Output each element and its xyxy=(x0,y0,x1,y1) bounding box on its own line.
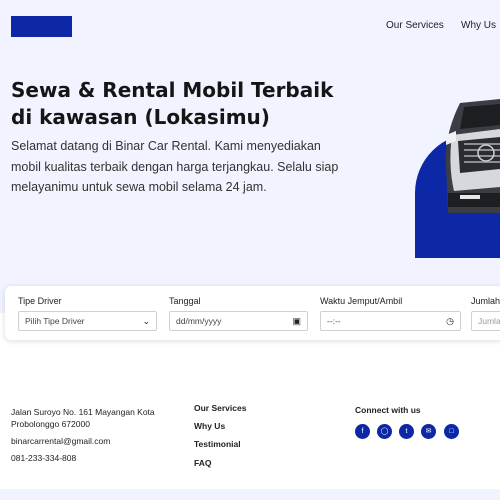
jumlah-input[interactable]: Jumla xyxy=(471,311,500,331)
mail-icon[interactable]: ✉ xyxy=(421,424,436,439)
chevron-down-icon: ⌄ xyxy=(142,316,150,326)
instagram-icon[interactable]: ◯ xyxy=(377,424,392,439)
label-tanggal: Tanggal xyxy=(169,296,201,306)
label-tipe-driver: Tipe Driver xyxy=(18,296,62,306)
footer-email: binarcarrental@gmail.com xyxy=(11,436,111,446)
nav-our-services[interactable]: Our Services xyxy=(386,20,444,31)
footer-address: Jalan Suroyo No. 161 Mayangan Kota Probo… xyxy=(11,407,155,429)
tipe-driver-select[interactable]: Pilih Tipe Driver ⌄ xyxy=(18,311,157,331)
clock-icon[interactable]: ◷ xyxy=(446,312,454,330)
logo[interactable] xyxy=(11,16,72,37)
bottom-strip xyxy=(0,489,500,500)
footer-link-our-services[interactable]: Our Services xyxy=(194,403,246,413)
facebook-icon[interactable]: f xyxy=(355,424,370,439)
footer-link-testimonial[interactable]: Testimonial xyxy=(194,439,241,449)
connect-title: Connect with us xyxy=(355,405,421,415)
waktu-input[interactable]: --:-- ◷ xyxy=(320,311,461,331)
hero-title: Sewa & Rental Mobil Terbaik di kawasan (… xyxy=(11,78,334,129)
label-jumlah: Jumlah xyxy=(471,296,500,306)
label-waktu: Waktu Jemput/Ambil xyxy=(320,296,403,306)
hero-description: Selamat datang di Binar Car Rental. Kami… xyxy=(11,139,339,194)
twitch-icon[interactable]: □ xyxy=(444,424,459,439)
nav-why-us[interactable]: Why Us xyxy=(461,20,496,31)
calendar-icon[interactable]: ▣ xyxy=(292,312,301,330)
jumlah-placeholder: Jumla xyxy=(478,316,500,326)
footer-link-why-us[interactable]: Why Us xyxy=(194,421,225,431)
tipe-driver-value: Pilih Tipe Driver xyxy=(25,316,85,326)
footer-phone: 081-233-334-808 xyxy=(11,453,77,463)
tanggal-value: dd/mm/yyyy xyxy=(176,316,222,326)
footer-link-faq[interactable]: FAQ xyxy=(194,458,211,468)
tanggal-input[interactable]: dd/mm/yyyy ▣ xyxy=(169,311,308,331)
twitter-icon[interactable]: t xyxy=(399,424,414,439)
waktu-value: --:-- xyxy=(327,316,341,326)
car-image xyxy=(445,99,500,213)
